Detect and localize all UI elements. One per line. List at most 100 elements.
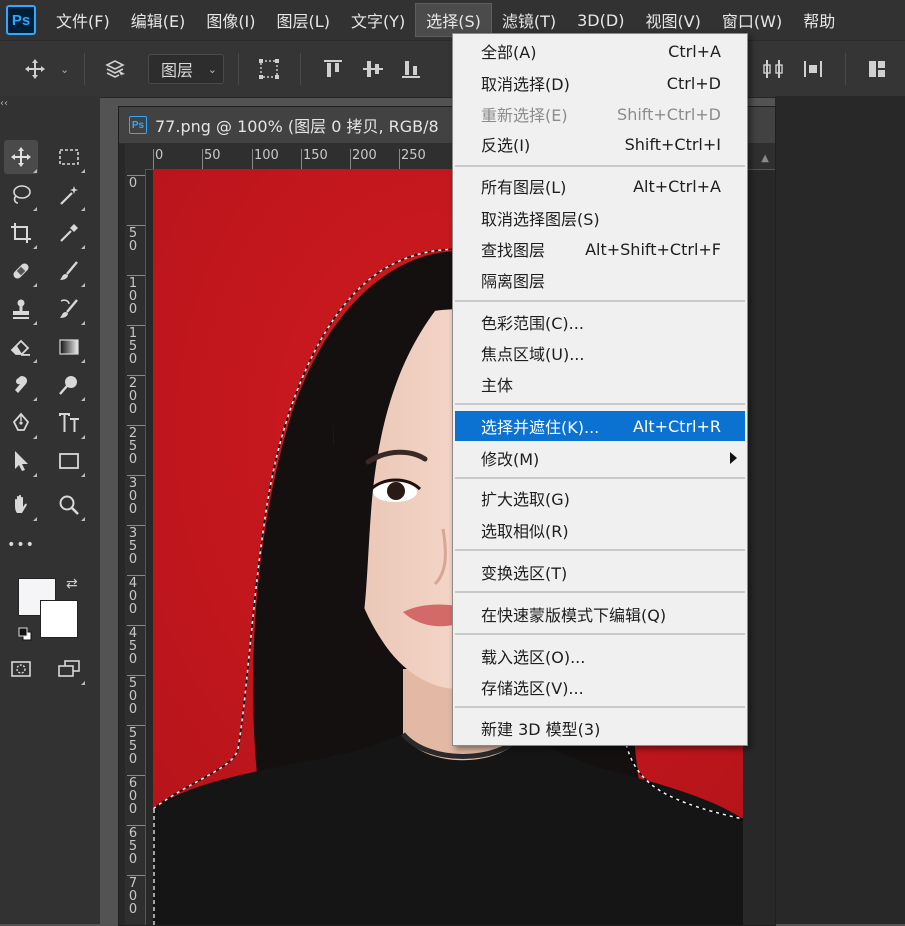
eyedropper-tool-icon[interactable] (52, 216, 86, 250)
ruler-tick (252, 149, 253, 169)
tool-preset-chevron-icon[interactable]: ⌄ (60, 63, 69, 76)
zoom-tool-icon[interactable] (52, 488, 86, 522)
menu-option-label: 变换选区(T) (481, 564, 568, 583)
auto-select-target-dropdown[interactable]: 图层 ⌄ (148, 54, 224, 84)
menu-option-deselect[interactable]: 取消选择(D) Ctrl+D (455, 68, 745, 98)
menu-option-label: 选择并遮住(K)... (481, 418, 600, 437)
rectangle-tool-icon[interactable] (52, 444, 86, 478)
menu-layer[interactable]: 图层(L) (267, 4, 340, 36)
lasso-tool-icon[interactable] (4, 178, 38, 212)
menu-option-label: 载入选区(O)... (481, 648, 586, 667)
ruler-label: 200 (352, 148, 377, 163)
distribute-icon[interactable] (760, 56, 786, 82)
brush-tool-icon[interactable] (52, 254, 86, 288)
ruler-label: 500 (128, 676, 138, 717)
menu-option-shortcut: Ctrl+A (668, 41, 721, 61)
edit-toolbar-more-icon[interactable]: ••• (4, 528, 38, 562)
hand-tool-icon[interactable] (4, 488, 38, 522)
quick-mask-icon[interactable] (4, 652, 38, 686)
dodge-tool-icon[interactable] (52, 368, 86, 402)
menu-option-load-selection[interactable]: 载入选区(O)... (455, 641, 745, 671)
screen-mode-icon[interactable] (52, 652, 86, 686)
menu-option-shortcut: Alt+Ctrl+A (633, 176, 721, 196)
menu-option-similar[interactable]: 选取相似(R) (455, 515, 745, 545)
healing-brush-tool-icon[interactable] (4, 254, 38, 288)
menu-3d[interactable]: 3D(D) (567, 7, 634, 34)
ruler-label: 50 (204, 148, 221, 163)
menu-image[interactable]: 图像(I) (196, 4, 265, 36)
menu-option-select-and-mask[interactable]: 选择并遮住(K)... Alt+Ctrl+R (455, 411, 745, 441)
menu-option-label: 反选(I) (481, 136, 531, 155)
ruler-label: 0 (155, 148, 164, 163)
ruler-label: 150 (128, 326, 138, 367)
move-tool-icon[interactable] (4, 140, 38, 174)
menu-option-focus-area[interactable]: 焦点区域(U)... (455, 338, 745, 368)
transform-controls-icon[interactable] (256, 56, 282, 82)
menu-option-modify[interactable]: 修改(M) (455, 443, 745, 473)
menu-option-label: 新建 3D 模型(3) (481, 720, 601, 739)
clone-stamp-tool-icon[interactable] (4, 292, 38, 326)
menu-option-quick-mask[interactable]: 在快速蒙版模式下编辑(Q) (455, 599, 745, 629)
magic-wand-tool-icon[interactable] (52, 178, 86, 212)
menu-option-shortcut: Shift+Ctrl+I (624, 134, 721, 154)
menu-separator (455, 165, 745, 167)
move-icon[interactable] (22, 56, 48, 82)
menu-option-isolate-layers[interactable]: 隔离图层 (455, 265, 745, 295)
gradient-tool-icon[interactable] (52, 330, 86, 364)
align-top-icon[interactable] (320, 56, 346, 82)
arrange-icon[interactable] (864, 56, 890, 82)
menu-option-transform-selection[interactable]: 变换选区(T) (455, 557, 745, 587)
menu-option-subject[interactable]: 主体 (455, 369, 745, 399)
auto-select-layers-icon[interactable] (102, 56, 128, 82)
smudge-tool-icon[interactable] (4, 368, 38, 402)
menu-view[interactable]: 视图(V) (635, 4, 710, 36)
default-colors-icon[interactable] (18, 626, 32, 641)
ruler-label: 0 (128, 176, 138, 191)
menu-option-label: 查找图层 (481, 241, 546, 260)
collapse-panel-icon[interactable]: ‹‹ (0, 98, 8, 109)
submenu-arrow-icon (730, 452, 737, 464)
vertical-ruler[interactable]: 0 50 100 150 200 250 300 350 400 450 500 550 600 650 7… (125, 169, 146, 925)
menu-option-color-range[interactable]: 色彩范围(C)... (455, 307, 745, 337)
menu-filter[interactable]: 滤镜(T) (492, 4, 566, 36)
menu-separator (455, 300, 745, 302)
ruler-tick (202, 149, 203, 169)
menu-option-inverse[interactable]: 反选(I) Shift+Ctrl+I (455, 129, 745, 159)
menu-option-grow[interactable]: 扩大选取(G) (455, 483, 745, 513)
history-brush-tool-icon[interactable] (52, 292, 86, 326)
ruler-tick (301, 149, 302, 169)
eraser-tool-icon[interactable] (4, 330, 38, 364)
crop-tool-icon[interactable] (4, 216, 38, 250)
align-bottom-icon[interactable] (398, 56, 424, 82)
menu-option-label: 扩大选取(G) (481, 490, 570, 509)
ruler-origin[interactable] (125, 143, 145, 169)
workspace-background (775, 96, 905, 924)
menu-option-shortcut: Ctrl+D (666, 73, 721, 93)
menu-file[interactable]: 文件(F) (46, 4, 120, 36)
menu-edit[interactable]: 编辑(E) (121, 4, 196, 36)
dropdown-value: 图层 (161, 61, 194, 80)
swap-colors-icon[interactable]: ⇄ (66, 576, 78, 592)
distribute-h-icon[interactable] (800, 56, 826, 82)
align-vcenter-icon[interactable] (360, 56, 386, 82)
ruler-tick (399, 149, 400, 169)
menu-option-all[interactable]: 全部(A) Ctrl+A (455, 36, 745, 66)
pen-tool-icon[interactable] (4, 406, 38, 440)
menu-option-find-layers[interactable]: 查找图层 Alt+Shift+Ctrl+F (455, 234, 745, 264)
menu-option-deselect-layers[interactable]: 取消选择图层(S) (455, 203, 745, 233)
menu-type[interactable]: 文字(Y) (341, 4, 415, 36)
menu-select[interactable]: 选择(S) (415, 3, 492, 37)
document-title: 77.png @ 100% (图层 0 拷贝, RGB/8 (155, 117, 439, 136)
path-selection-tool-icon[interactable] (4, 444, 38, 478)
menu-window[interactable]: 窗口(W) (712, 4, 792, 36)
menu-option-all-layers[interactable]: 所有图层(L) Alt+Ctrl+A (455, 171, 745, 201)
type-tool-icon[interactable] (52, 406, 86, 440)
background-color-swatch[interactable] (40, 600, 78, 638)
menu-option-new-3d-model[interactable]: 新建 3D 模型(3) (455, 713, 745, 743)
marquee-tool-icon[interactable] (52, 140, 86, 174)
divider (238, 53, 239, 85)
menu-option-save-selection[interactable]: 存储选区(V)... (455, 672, 745, 702)
menu-help[interactable]: 帮助 (793, 4, 845, 36)
scroll-up-icon[interactable]: ▲ (761, 153, 769, 164)
ruler-label: 550 (128, 726, 138, 767)
